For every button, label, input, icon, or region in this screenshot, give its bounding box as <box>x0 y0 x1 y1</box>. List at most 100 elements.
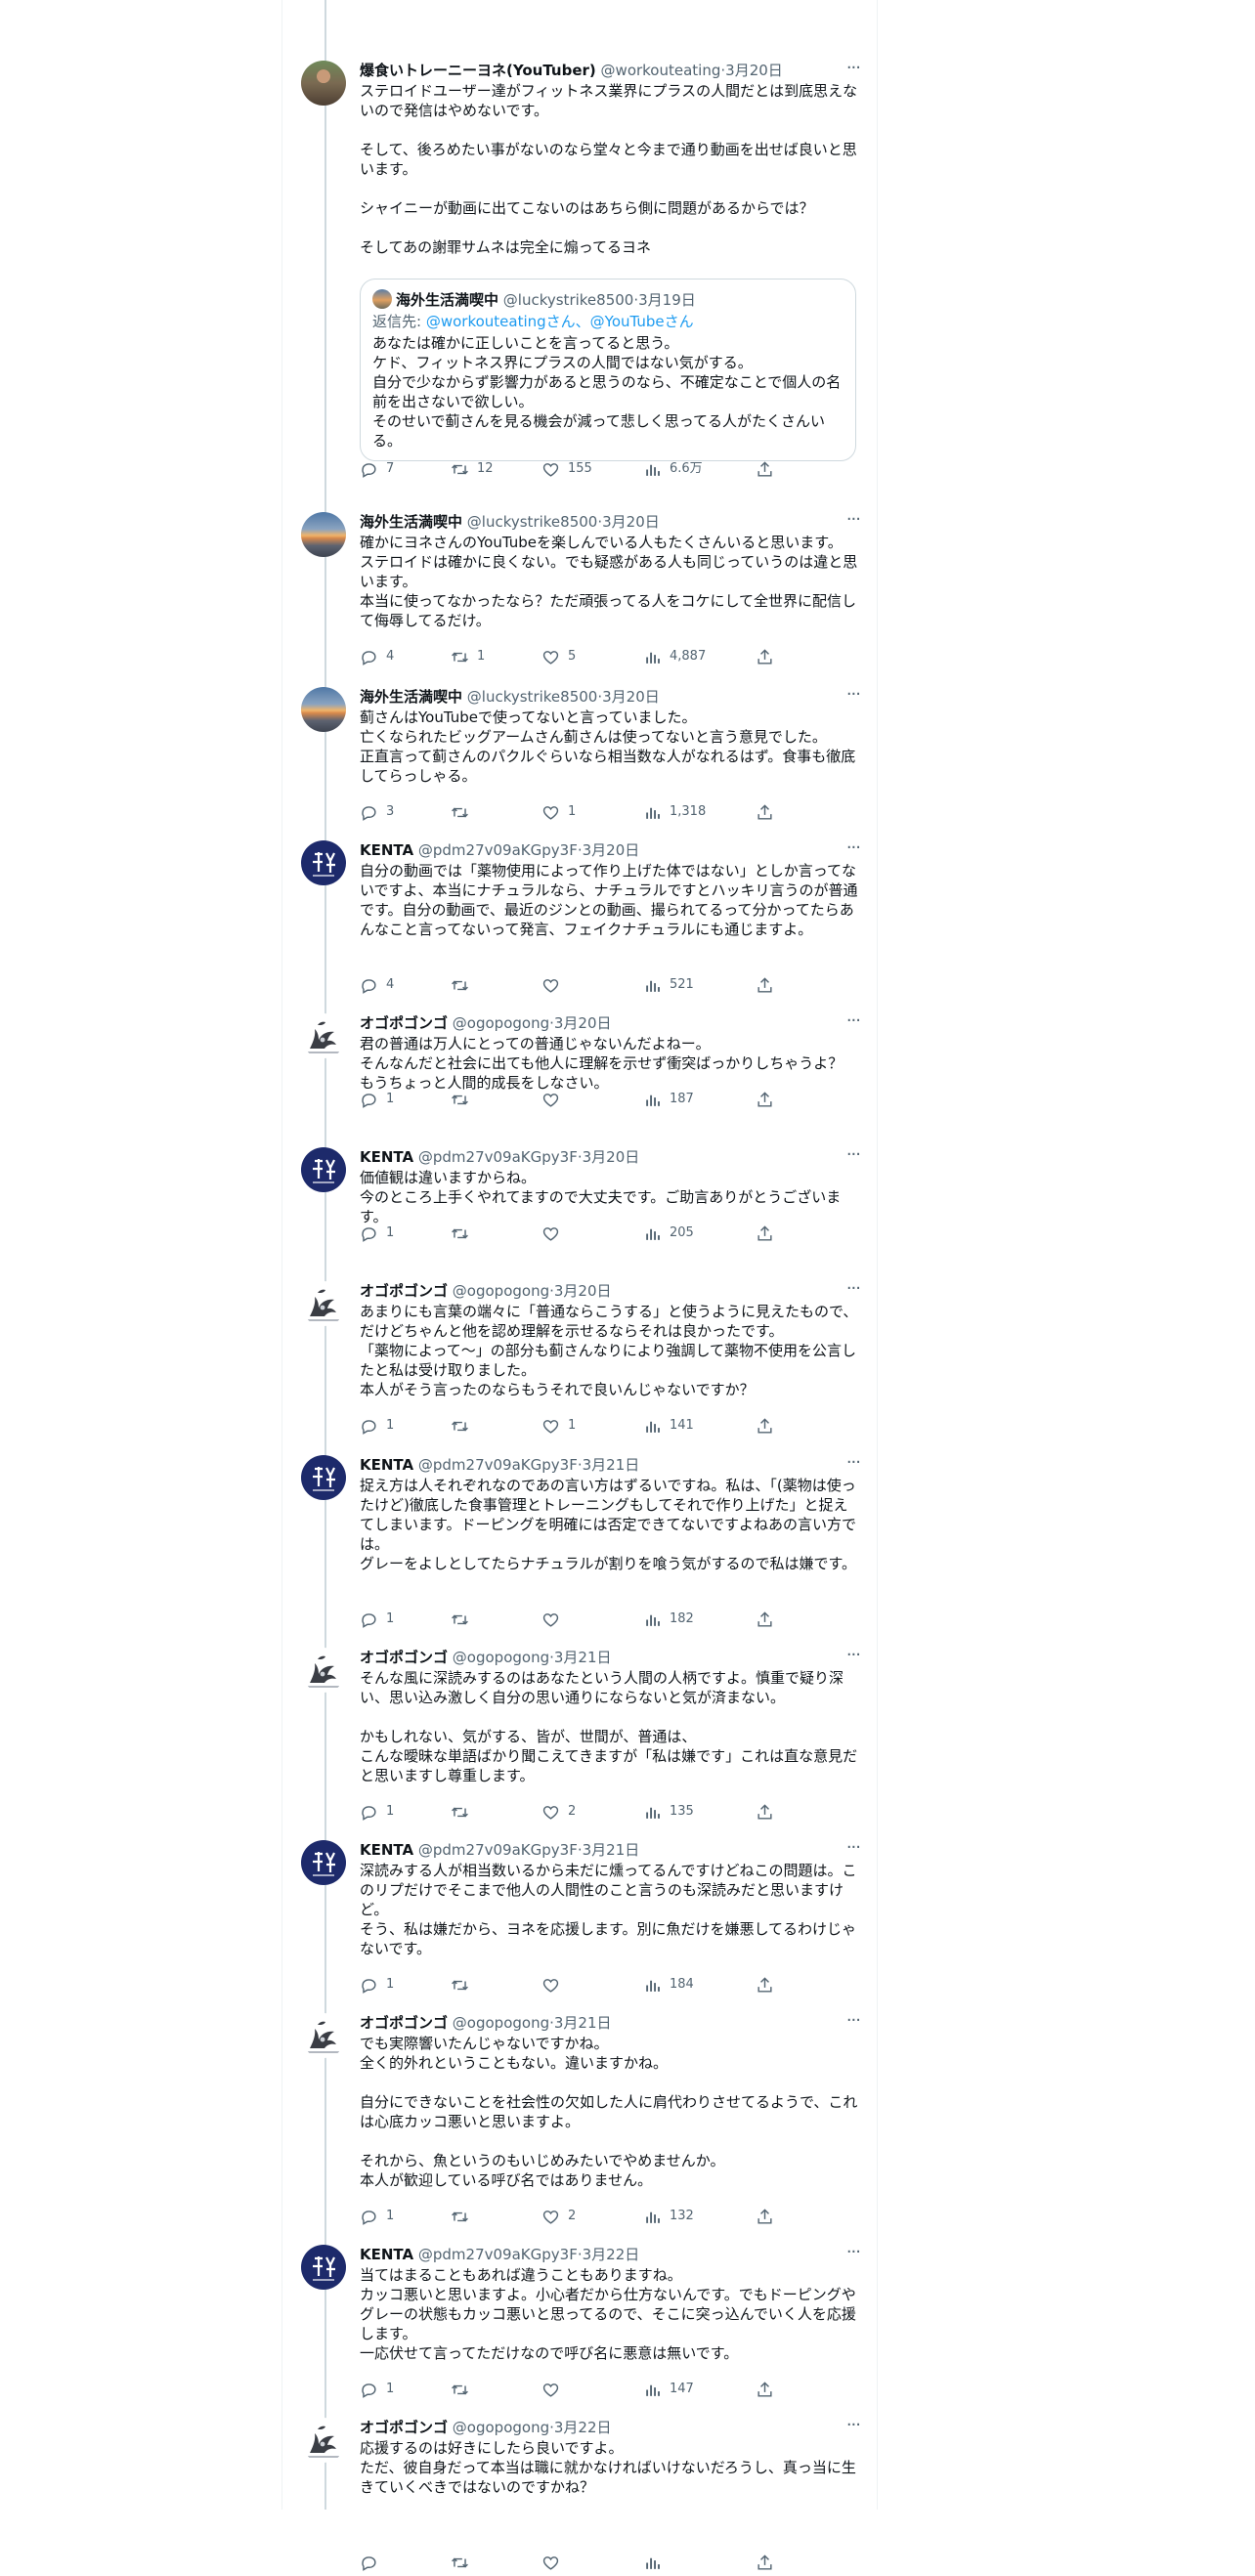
retweet-button[interactable] <box>451 2553 477 2572</box>
more-options-icon[interactable]: ··· <box>846 1146 861 1164</box>
like-button[interactable]: 5 <box>541 647 576 666</box>
like-button[interactable] <box>541 2380 568 2399</box>
author-handle[interactable]: @pdm27v09aKGpy3F <box>418 841 578 859</box>
retweet-button[interactable] <box>451 1224 477 1243</box>
author-name[interactable]: KENTA <box>360 1148 413 1166</box>
tweet-date[interactable]: 3月20日 <box>725 62 783 79</box>
retweet-button[interactable] <box>451 1090 477 1109</box>
more-options-icon[interactable]: ··· <box>846 1280 861 1298</box>
tweet[interactable]: オゴポゴンゴ @ogopogong·3月21日 ··· そんな風に深読みするのはあな… <box>293 1647 870 1825</box>
avatar[interactable] <box>301 1281 346 1326</box>
reply-button[interactable]: 1 <box>360 1610 394 1629</box>
avatar[interactable] <box>301 840 346 885</box>
more-options-icon[interactable]: ··· <box>846 1839 861 1857</box>
author-name[interactable]: KENTA <box>360 2246 413 2263</box>
retweet-button[interactable] <box>451 1802 477 1822</box>
retweet-button[interactable]: 12 <box>451 459 494 479</box>
avatar[interactable] <box>301 1147 346 1192</box>
reply-button[interactable]: 1 <box>360 1975 394 1995</box>
reply-button[interactable]: 1 <box>360 1224 394 1243</box>
author-name[interactable]: 海外生活満喫中 <box>360 513 462 531</box>
author-handle[interactable]: @luckystrike8500 <box>467 688 598 706</box>
avatar[interactable] <box>301 1455 346 1500</box>
retweet-button[interactable] <box>451 2380 477 2399</box>
avatar[interactable] <box>301 687 346 732</box>
reply-button[interactable]: 1 <box>360 1802 394 1822</box>
tweet-date[interactable]: 3月22日 <box>583 2246 640 2263</box>
avatar[interactable] <box>301 1840 346 1885</box>
tweet-date[interactable]: 3月20日 <box>583 1148 640 1166</box>
author-name[interactable]: 爆食いトレーニーヨネ(YouTuber) <box>360 62 596 79</box>
like-button[interactable] <box>541 1090 568 1109</box>
avatar[interactable] <box>301 2013 346 2058</box>
like-button[interactable] <box>541 1224 568 1243</box>
more-options-icon[interactable]: ··· <box>846 1647 861 1664</box>
reply-button[interactable]: 1 <box>360 2380 394 2399</box>
tweet[interactable]: オゴポゴンゴ @ogopogong·3月21日 ··· でも実際響いたんじゃないです… <box>293 2012 870 2230</box>
more-options-icon[interactable]: ··· <box>846 2417 861 2434</box>
author-handle[interactable]: @ogopogong <box>453 1282 549 1300</box>
reply-button[interactable]: 1 <box>360 1416 394 1436</box>
like-button[interactable]: 2 <box>541 1802 576 1822</box>
tweet-date[interactable]: 3月22日 <box>554 2419 612 2436</box>
retweet-button[interactable] <box>451 802 477 822</box>
share-button[interactable] <box>756 975 774 995</box>
views-button[interactable]: 6.6万 <box>643 459 703 479</box>
tweet-date[interactable]: 3月21日 <box>583 1841 640 1859</box>
avatar[interactable] <box>301 2245 346 2290</box>
more-options-icon[interactable]: ··· <box>846 686 861 704</box>
tweet[interactable]: KENTA @pdm27v09aKGpy3F·3月21日 ··· 深読みする人が相当… <box>293 1839 870 1998</box>
views-button[interactable]: 135 <box>643 1802 694 1822</box>
share-button[interactable] <box>756 459 774 479</box>
share-button[interactable] <box>756 1224 774 1243</box>
views-button[interactable]: 182 <box>643 1610 694 1629</box>
share-button[interactable] <box>756 2380 774 2399</box>
share-button[interactable] <box>756 2207 774 2226</box>
tweet-date[interactable]: 3月20日 <box>554 1014 612 1032</box>
views-button[interactable]: 1,318 <box>643 802 706 822</box>
tweet[interactable]: 海外生活満喫中 @luckystrike8500·3月20日 ··· 蓟さんはYou… <box>293 686 870 826</box>
like-button[interactable] <box>541 2553 568 2572</box>
author-name[interactable]: オゴポゴンゴ <box>360 1649 448 1666</box>
share-button[interactable] <box>756 1416 774 1436</box>
share-button[interactable] <box>756 802 774 822</box>
tweet-date[interactable]: 3月20日 <box>583 841 640 859</box>
tweet-date[interactable]: 3月21日 <box>554 1649 612 1666</box>
share-button[interactable] <box>756 1802 774 1822</box>
more-options-icon[interactable]: ··· <box>846 1454 861 1472</box>
share-button[interactable] <box>756 647 774 666</box>
tweet-date[interactable]: 3月20日 <box>602 688 660 706</box>
avatar[interactable] <box>301 512 346 557</box>
more-options-icon[interactable]: ··· <box>846 2012 861 2030</box>
share-button[interactable] <box>756 1610 774 1629</box>
author-handle[interactable]: @pdm27v09aKGpy3F <box>418 1456 578 1474</box>
tweet[interactable]: オゴポゴンゴ @ogopogong·3月20日 ··· あまりにも言葉の端々に「普通… <box>293 1280 870 1439</box>
author-handle[interactable]: @workouteating <box>601 62 721 79</box>
like-button[interactable] <box>541 1610 568 1629</box>
views-button[interactable]: 205 <box>643 1224 694 1243</box>
author-handle[interactable]: @ogopogong <box>453 1014 549 1032</box>
author-name[interactable]: KENTA <box>360 1456 413 1474</box>
author-handle[interactable]: @ogopogong <box>453 2419 549 2436</box>
tweet[interactable]: オゴポゴンゴ @ogopogong·3月20日 ··· 君の普通は万人にとっての普通… <box>293 1012 870 1113</box>
more-options-icon[interactable]: ··· <box>846 60 861 77</box>
retweet-button[interactable] <box>451 1416 477 1436</box>
author-name[interactable]: 海外生活満喫中 <box>360 688 462 706</box>
more-options-icon[interactable]: ··· <box>846 511 861 529</box>
tweet[interactable]: KENTA @pdm27v09aKGpy3F·3月21日 ··· 捉え方は人それぞれ… <box>293 1454 870 1633</box>
author-handle[interactable]: @ogopogong <box>453 1649 549 1666</box>
views-button[interactable]: 147 <box>643 2380 694 2399</box>
tweet-date[interactable]: 3月20日 <box>554 1282 612 1300</box>
views-button[interactable]: 184 <box>643 1975 694 1995</box>
like-button[interactable]: 1 <box>541 1416 576 1436</box>
views-button[interactable] <box>643 2553 670 2572</box>
tweet[interactable]: KENTA @pdm27v09aKGpy3F·3月22日 ··· 当てはまることもあ… <box>293 2244 870 2403</box>
retweet-button[interactable] <box>451 1610 477 1629</box>
tweet[interactable]: KENTA @pdm27v09aKGpy3F·3月20日 ··· 価値観は違いますか… <box>293 1146 870 1247</box>
views-button[interactable]: 4,887 <box>643 647 706 666</box>
share-button[interactable] <box>756 2553 774 2572</box>
like-button[interactable]: 2 <box>541 2207 576 2226</box>
reply-to-link[interactable]: @workouteatingさん、@YouTubeさん <box>426 313 694 330</box>
author-name[interactable]: オゴポゴンゴ <box>360 2014 448 2032</box>
author-name[interactable]: オゴポゴンゴ <box>360 1014 448 1032</box>
